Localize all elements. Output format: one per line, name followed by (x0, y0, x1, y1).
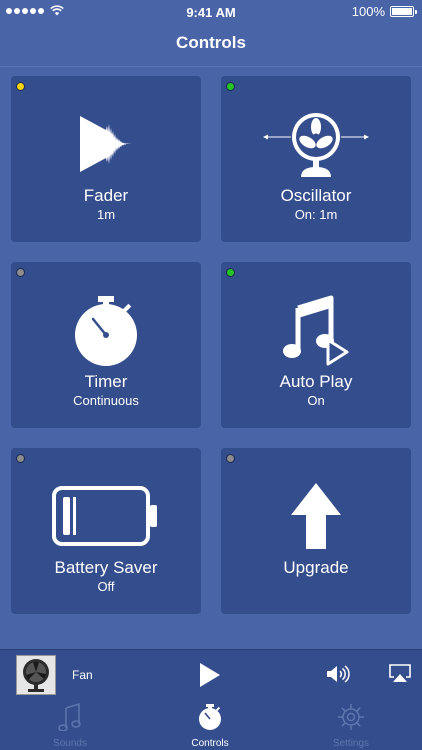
play-button[interactable] (199, 662, 221, 693)
tile-subtitle: On (307, 393, 325, 408)
tile-title: Oscillator (280, 186, 352, 205)
tile-title: Timer (84, 372, 128, 391)
tile-subtitle: On: 1m (294, 207, 338, 222)
page-title: Controls (176, 33, 246, 52)
music-note-icon (58, 702, 81, 732)
music-play-icon (283, 295, 349, 366)
tile-fader[interactable]: Fader 1m (11, 76, 201, 242)
tile-subtitle: Continuous (73, 393, 139, 408)
tile-auto-play[interactable]: Auto Play On (221, 262, 411, 428)
battery-status-icon (390, 6, 417, 17)
track-name: Fan (72, 668, 93, 682)
fan-image-icon (17, 656, 55, 694)
tab-bar: Sounds Controls Settings (0, 699, 422, 750)
status-indicator (16, 268, 25, 277)
battery-icon (52, 486, 157, 546)
tab-sounds[interactable]: Sounds (20, 702, 120, 749)
tab-label: Controls (191, 738, 229, 749)
status-indicator (226, 268, 235, 277)
tab-label: Sounds (53, 738, 87, 749)
stopwatch-icon (75, 296, 137, 366)
fader-icon (80, 116, 132, 172)
play-icon (200, 663, 220, 687)
tile-timer[interactable]: Timer Continuous (11, 262, 201, 428)
album-art[interactable] (16, 655, 56, 695)
tile-subtitle: 1m (96, 207, 116, 222)
stopwatch-icon (199, 704, 221, 730)
speaker-icon (327, 665, 350, 683)
tile-battery-saver[interactable]: Battery Saver Off (11, 448, 201, 614)
tile-title: Battery Saver (54, 558, 158, 577)
nav-divider (0, 66, 422, 67)
airplay-icon (389, 664, 411, 682)
tab-settings[interactable]: Settings (301, 703, 401, 749)
tile-title: Upgrade (283, 558, 349, 577)
tile-subtitle: Off (97, 579, 115, 594)
now-playing-bar: Fan (0, 649, 422, 699)
status-indicator (16, 82, 25, 91)
airplay-button[interactable] (388, 663, 412, 688)
volume-button[interactable] (326, 664, 350, 689)
status-indicator (226, 82, 235, 91)
tile-oscillator[interactable]: Oscillator On: 1m (221, 76, 411, 242)
tab-label: Settings (332, 738, 370, 749)
arrow-up-icon (291, 483, 341, 549)
gear-icon (338, 704, 364, 730)
status-bar: 9:41 AM 100% (0, 0, 422, 24)
battery-status: 100% (351, 4, 417, 19)
status-indicator (16, 454, 25, 463)
fan-oscillate-icon (263, 113, 369, 177)
battery-percent: 100% (351, 4, 385, 19)
tile-title: Fader (83, 186, 129, 205)
tab-controls[interactable]: Controls (160, 703, 260, 749)
status-indicator (226, 454, 235, 463)
tile-title: Auto Play (279, 372, 353, 391)
tile-upgrade[interactable]: Upgrade (221, 448, 411, 614)
